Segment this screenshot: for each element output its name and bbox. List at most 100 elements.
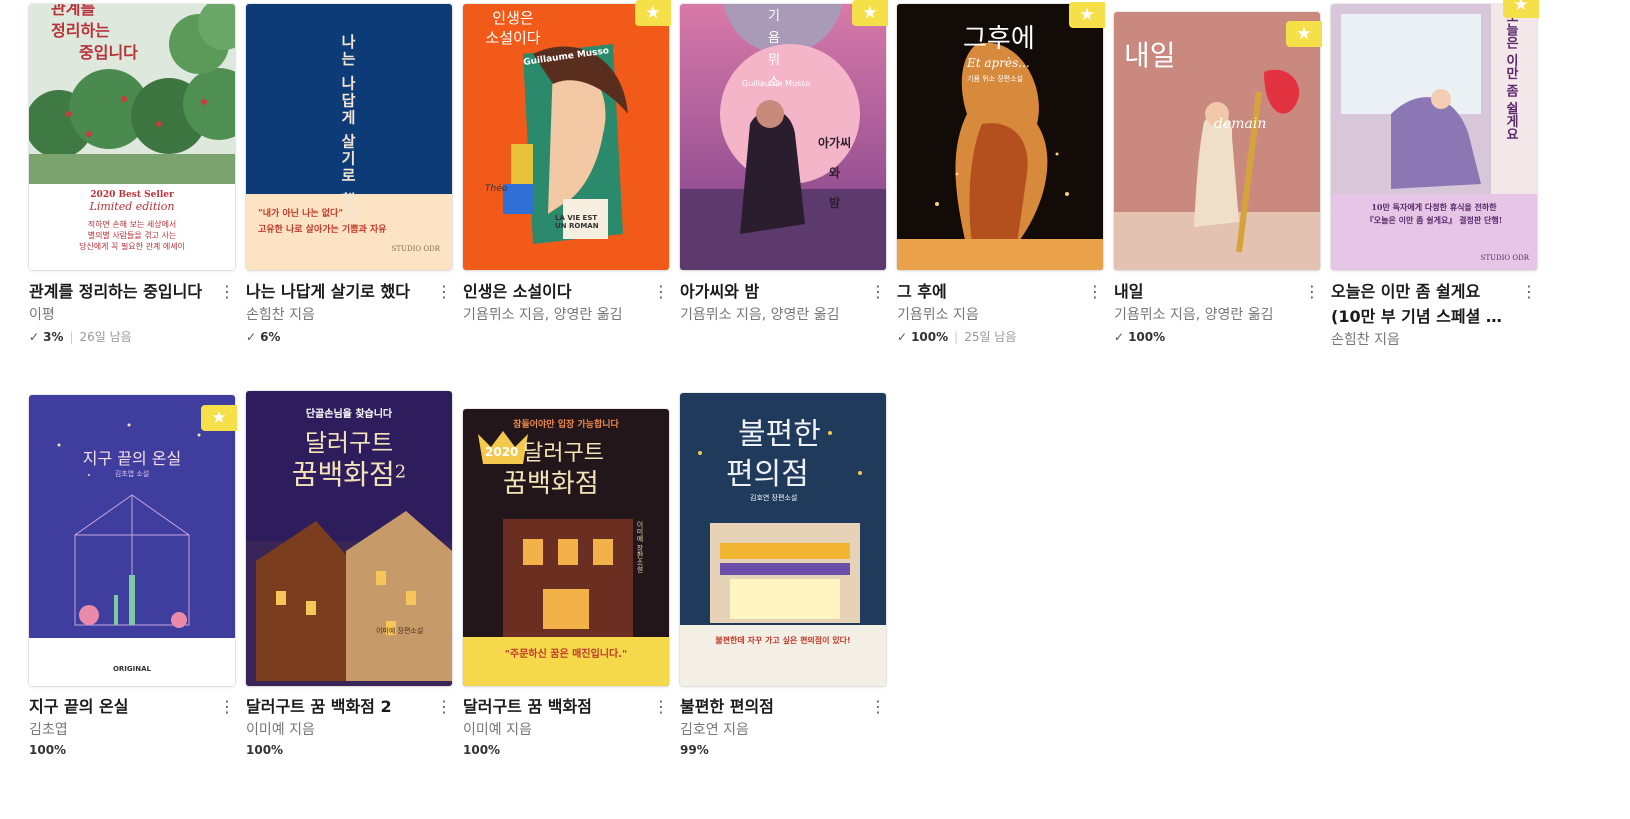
book-title[interactable]: 아가씨와 밤 bbox=[680, 279, 860, 304]
cover-blurb: 별의별 사람들을 겪고 사는 bbox=[87, 231, 177, 240]
star-icon[interactable]: ★ bbox=[1069, 2, 1105, 28]
reading-progress: ✓ 100% bbox=[1114, 330, 1320, 344]
check-icon: ✓ bbox=[897, 330, 908, 344]
book-info: 불편한 편의점 ⋮ 김호연 지음 99% bbox=[680, 694, 886, 757]
more-vertical-icon[interactable]: ⋮ bbox=[870, 694, 886, 719]
more-vertical-icon[interactable]: ⋮ bbox=[219, 694, 235, 719]
divider: | bbox=[954, 330, 959, 344]
book-author: 이평 bbox=[29, 307, 55, 323]
cover-blurb: "주문하신 꿈은 매진입니다." bbox=[504, 649, 628, 660]
cover-publisher: ORIGINAL bbox=[112, 665, 152, 673]
progress-percent: 100% bbox=[29, 743, 67, 757]
cover-blurb: 고유한 나로 살아가는 기쁨과 자유 bbox=[258, 225, 387, 235]
book-author: 김호연 지음 bbox=[680, 722, 749, 738]
more-vertical-icon[interactable]: ⋮ bbox=[653, 694, 669, 719]
cover-line: 꿈백화점 bbox=[291, 458, 395, 491]
more-vertical-icon[interactable]: ⋮ bbox=[1304, 279, 1320, 304]
cover-blurb: 10만 독자에게 다정한 휴식을 전하한 bbox=[1371, 202, 1497, 212]
progress-percent: 6% bbox=[260, 330, 281, 344]
cover-blurb: 당신에게 꼭 필요한 관계 에세이 bbox=[79, 242, 185, 251]
divider: | bbox=[69, 330, 74, 344]
cover-line: 꿈백화점 bbox=[503, 469, 599, 499]
cover-line: 아가씨 bbox=[818, 136, 852, 150]
book-cover[interactable]: 그후에 Et après... 기욤 뮈소 장편소설 bbox=[897, 4, 1103, 270]
more-vertical-icon[interactable]: ⋮ bbox=[436, 694, 452, 719]
more-vertical-icon[interactable]: ⋮ bbox=[1521, 279, 1537, 304]
cover-line: 정리하는 bbox=[51, 21, 110, 40]
book-info: 인생은 소설이다 ⋮ 기욤뮈소 지음, 양영란 옮김 bbox=[463, 279, 669, 324]
cover-author: 김호연 장편소설 bbox=[750, 494, 798, 502]
book-grid: 관계를 정리하는 중입니다 2020 Best Seller Limited e… bbox=[0, 0, 1630, 819]
cover-author: 김초엽 소설 bbox=[114, 470, 150, 478]
more-vertical-icon[interactable]: ⋮ bbox=[219, 279, 235, 304]
cover-art bbox=[29, 395, 235, 686]
star-icon[interactable]: ★ bbox=[201, 405, 237, 431]
cover-french-title: Et après... bbox=[967, 56, 1030, 70]
book-info: 내일 ⋮ 기욤뮈소 지음, 양영란 옮김 ✓ 100% bbox=[1114, 279, 1320, 344]
cover-line: 기 bbox=[768, 9, 780, 24]
cover-line: 소설이다 bbox=[485, 29, 541, 47]
cover-publisher: STUDIO ODR bbox=[1480, 254, 1529, 262]
cover-tagline: 잠들어야만 입장 가능합니다 bbox=[513, 420, 619, 430]
cover-title: 오늘은 이만 좀 쉴게요 bbox=[1503, 10, 1518, 141]
book-info: 오늘은 이만 좀 쉴게요 (10만 부 기념 스페셜 … ⋮ 손힘찬 지음 bbox=[1331, 279, 1537, 349]
book-cover[interactable]: 지구 끝의 온실 김초엽 소설 ORIGINAL bbox=[29, 395, 235, 686]
progress-percent: 100% bbox=[463, 743, 501, 757]
book-author: 손힘찬 지음 bbox=[1331, 332, 1400, 348]
more-vertical-icon[interactable]: ⋮ bbox=[870, 279, 886, 304]
book-title[interactable]: 오늘은 이만 좀 쉴게요 (10만 부 기념 스페셜 … bbox=[1331, 279, 1511, 329]
book-title[interactable]: 인생은 소설이다 bbox=[463, 279, 643, 304]
star-icon[interactable]: ★ bbox=[1286, 21, 1322, 47]
book-title[interactable]: 내일 bbox=[1114, 279, 1294, 304]
more-vertical-icon[interactable]: ⋮ bbox=[436, 279, 452, 304]
cover-badge-text: 2020 Best Seller bbox=[90, 190, 174, 200]
cover-line: 관계를 bbox=[51, 4, 96, 18]
book-cover[interactable]: 불편한 편의점 김호연 장편소설 불편한데 자꾸 가고 싶은 편의점이 있다! bbox=[680, 393, 886, 686]
book-cover[interactable]: 관계를 정리하는 중입니다 2020 Best Seller Limited e… bbox=[29, 4, 235, 270]
book-info: 지구 끝의 온실 ⋮ 김초엽 100% bbox=[29, 694, 235, 757]
cover-author: 이미예 장편소설 bbox=[636, 521, 644, 573]
book-info: 관계를 정리하는 중입니다 ⋮ 이평 ✓ 3% | 26일 남음 bbox=[29, 279, 235, 344]
reading-progress: 100% bbox=[463, 743, 669, 757]
more-vertical-icon[interactable]: ⋮ bbox=[1087, 279, 1103, 304]
star-icon[interactable]: ★ bbox=[635, 0, 671, 26]
days-remaining: 25일 남음 bbox=[964, 330, 1017, 344]
cover-line: 밤 bbox=[829, 196, 841, 210]
book-title[interactable]: 달러구트 꿈 백화점 bbox=[463, 694, 643, 719]
book-cover[interactable]: 오늘은 이만 좀 쉴게요 10만 독자에게 다정한 휴식을 전하한 『오늘은 이… bbox=[1331, 4, 1537, 270]
cover-line: 와 bbox=[829, 166, 841, 180]
cover-line: 욤 bbox=[768, 31, 780, 46]
book-author: 김초엽 bbox=[29, 722, 68, 738]
cover-title: 관계를 정리하는 중입니다 bbox=[51, 4, 138, 64]
book-title[interactable]: 불편한 편의점 bbox=[680, 694, 860, 719]
cover-title: 내일 bbox=[1124, 39, 1176, 72]
book-cover[interactable]: 잠들어야만 입장 가능합니다 2020 달러구트 꿈백화점 "주문하신 꿈은 매… bbox=[463, 409, 669, 686]
star-icon[interactable]: ★ bbox=[852, 0, 888, 26]
cover-art bbox=[680, 4, 886, 270]
book-title[interactable]: 나는 나답게 살기로 했다 bbox=[246, 279, 426, 304]
book-title[interactable]: 달러구트 꿈 백화점 2 bbox=[246, 694, 426, 719]
days-remaining: 26일 남음 bbox=[79, 330, 132, 344]
book-cover[interactable]: 기 욤 뮈 소 Guillaume Musso 아가씨 와 밤 bbox=[680, 4, 886, 270]
book-cover[interactable]: 내일 demain bbox=[1114, 12, 1320, 270]
check-icon: ✓ bbox=[29, 330, 40, 344]
book-author: 이미예 지음 bbox=[463, 722, 532, 738]
cover-edition-badge: 2020 bbox=[485, 445, 519, 459]
book-author: 기욤뮈소 지음, 양영란 옮김 bbox=[680, 307, 840, 323]
reading-progress: 99% bbox=[680, 743, 886, 757]
book-author: 손힘찬 지음 bbox=[246, 307, 315, 323]
book-title[interactable]: 관계를 정리하는 중입니다 bbox=[29, 279, 209, 304]
book-info: 나는 나답게 살기로 했다 ⋮ 손힘찬 지음 ✓ 6% bbox=[246, 279, 452, 344]
reading-progress: 100% bbox=[29, 743, 235, 757]
book-title[interactable]: 그 후에 bbox=[897, 279, 1077, 304]
book-cover[interactable]: 나는 나답게 살기로 했다 "내가 아닌 나는 없다" 고유한 나로 살아가는 … bbox=[246, 4, 452, 270]
cover-blurb: "내가 아닌 나는 없다" bbox=[258, 209, 344, 219]
book-cover[interactable]: 단골손님을 찾습니다 달러구트 꿈백화점2 이미예 장편소설 bbox=[246, 391, 452, 686]
star-icon[interactable]: ★ bbox=[1503, 0, 1539, 18]
cover-volume: 2 bbox=[394, 461, 407, 483]
cover-line: 뮈 bbox=[768, 53, 780, 68]
more-vertical-icon[interactable]: ⋮ bbox=[653, 279, 669, 304]
book-title[interactable]: 지구 끝의 온실 bbox=[29, 694, 209, 719]
cover-publisher: STUDIO ODR bbox=[391, 245, 440, 253]
book-cover[interactable]: 인생은 소설이다 Guillaume Musso Théo LA VIE EST… bbox=[463, 4, 669, 270]
